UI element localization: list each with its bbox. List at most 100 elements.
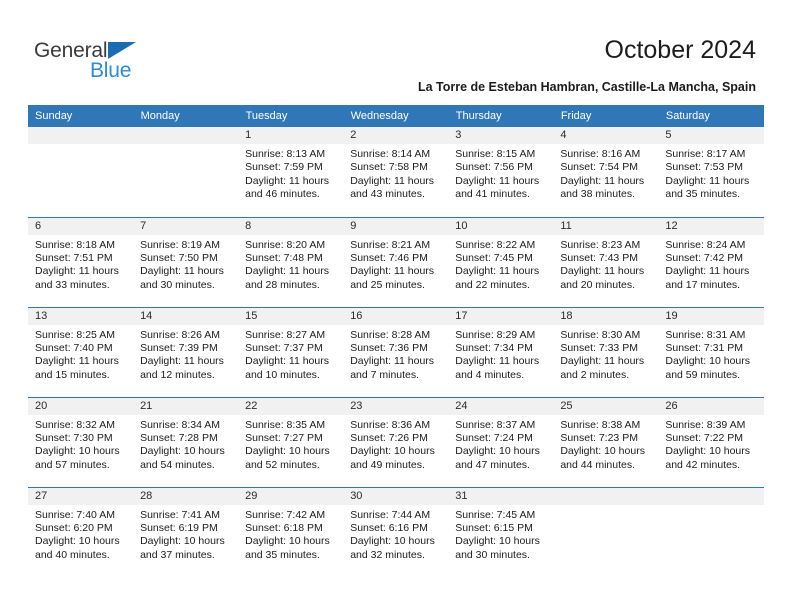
day-sun-info: Sunrise: 8:31 AM Sunset: 7:31 PM Daylight:… (658, 325, 763, 383)
day-cell[interactable]: 5 Sunrise: 8:17 AM Sunset: 7:53 PM Daylight… (658, 127, 764, 217)
day-cell[interactable]: 13 Sunrise: 8:25 AM Sunset: 7:40 PM Dayligh… (28, 306, 134, 397)
day-info-line: and 2 minutes. (560, 368, 630, 381)
day-info-line: Sunset: 6:15 PM (455, 521, 533, 534)
week-row: 13 Sunrise: 8:25 AM Sunset: 7:40 PM Dayligh… (28, 306, 764, 397)
day-info-line: and 37 minutes. (140, 548, 215, 561)
day-info-line: Daylight: 11 hours (350, 174, 435, 187)
day-cell[interactable]: 10 Sunrise: 8:22 AM Sunset: 7:45 PM Dayligh… (448, 216, 554, 307)
day-info-line: Daylight: 10 hours (665, 355, 751, 368)
day-info-line: Sunset: 7:42 PM (665, 251, 744, 264)
day-cell[interactable]: 18 Sunrise: 8:30 AM Sunset: 7:33 PM Dayligh… (553, 306, 659, 397)
day-sun-info: Sunrise: 7:42 AM Sunset: 6:18 PM Daylight:… (238, 505, 343, 563)
day-info-line: Sunset: 7:24 PM (455, 431, 533, 444)
day-number: 21 (133, 397, 239, 415)
day-info-line: Sunrise: 8:16 AM (560, 148, 641, 160)
page-subtitle: La Torre de Esteban Hambran, Castille-La… (417, 80, 756, 94)
day-cell[interactable]: 31 Sunrise: 7:45 AM Sunset: 6:15 PM Dayligh… (448, 486, 554, 577)
day-cell[interactable]: 23 Sunrise: 8:36 AM Sunset: 7:26 PM Dayligh… (343, 396, 449, 487)
day-info-line: Sunset: 7:31 PM (665, 341, 744, 354)
day-sun-info: Sunrise: 8:38 AM Sunset: 7:23 PM Daylight:… (553, 415, 658, 473)
day-info-line: and 35 minutes. (245, 548, 320, 561)
weekday-header-wednesday: Wednesday (343, 105, 449, 127)
day-info-line: Sunrise: 8:14 AM (350, 148, 431, 160)
day-number (133, 127, 239, 144)
week-row: 1 Sunrise: 8:13 AM Sunset: 7:59 PM Daylight… (28, 127, 764, 217)
day-info-line: Sunrise: 8:17 AM (665, 148, 746, 160)
weekday-header-thursday: Thursday (448, 105, 554, 127)
day-info-line: and 42 minutes. (665, 458, 741, 471)
page-header: General Blue October 2024 La Torre de Es… (0, 0, 792, 100)
day-cell[interactable]: 1 Sunrise: 8:13 AM Sunset: 7:59 PM Daylight… (238, 127, 344, 217)
day-number (658, 487, 764, 505)
day-number: 20 (28, 397, 134, 415)
day-cell[interactable]: 15 Sunrise: 8:27 AM Sunset: 7:37 PM Dayligh… (238, 306, 344, 397)
day-cell-empty (553, 486, 659, 577)
day-info-line: Sunrise: 8:21 AM (350, 238, 431, 251)
day-info-line: Daylight: 10 hours (245, 535, 330, 548)
day-number: 17 (448, 307, 554, 325)
day-cell[interactable]: 19 Sunrise: 8:31 AM Sunset: 7:31 PM Dayligh… (658, 306, 764, 397)
day-cell[interactable]: 4 Sunrise: 8:16 AM Sunset: 7:54 PM Daylight… (553, 127, 659, 217)
day-info-line: Sunset: 7:46 PM (350, 251, 428, 264)
day-cell[interactable]: 27 Sunrise: 7:40 AM Sunset: 6:20 PM Dayligh… (28, 486, 134, 577)
day-number: 11 (553, 217, 659, 235)
day-info-line: Sunset: 6:16 PM (350, 521, 428, 534)
day-info-line: and 28 minutes. (245, 278, 320, 291)
day-cell[interactable]: 21 Sunrise: 8:34 AM Sunset: 7:28 PM Dayligh… (133, 396, 239, 487)
day-info-line: Daylight: 11 hours (560, 174, 645, 187)
day-sun-info: Sunrise: 8:36 AM Sunset: 7:26 PM Daylight:… (343, 415, 448, 473)
day-info-line: Sunrise: 8:18 AM (35, 238, 115, 251)
day-info-line: and 33 minutes. (35, 278, 110, 291)
day-number: 25 (553, 397, 659, 415)
day-sun-info: Sunrise: 8:26 AM Sunset: 7:39 PM Daylight:… (133, 325, 238, 383)
day-number: 4 (553, 127, 659, 144)
day-sun-info: Sunrise: 7:41 AM Sunset: 6:19 PM Daylight:… (133, 505, 238, 563)
day-info-line: Sunset: 7:37 PM (245, 341, 323, 354)
day-cell[interactable]: 2 Sunrise: 8:14 AM Sunset: 7:58 PM Daylight… (343, 127, 449, 217)
day-info-line: and 46 minutes. (245, 188, 320, 201)
day-number: 29 (238, 487, 344, 505)
day-cell[interactable]: 29 Sunrise: 7:42 AM Sunset: 6:18 PM Dayligh… (238, 486, 344, 577)
day-cell[interactable]: 16 Sunrise: 8:28 AM Sunset: 7:36 PM Dayligh… (343, 306, 449, 397)
day-cell[interactable]: 24 Sunrise: 8:37 AM Sunset: 7:24 PM Dayligh… (448, 396, 554, 487)
day-info-line: Sunset: 7:36 PM (350, 341, 428, 354)
day-info-line: Sunrise: 8:35 AM (245, 418, 326, 431)
day-number: 1 (238, 127, 344, 144)
day-info-line: Sunrise: 8:28 AM (350, 328, 431, 341)
day-sun-info: Sunrise: 8:13 AM Sunset: 7:59 PM Daylight:… (238, 144, 343, 202)
day-info-line: Sunrise: 8:27 AM (245, 328, 326, 341)
day-cell[interactable]: 12 Sunrise: 8:24 AM Sunset: 7:42 PM Dayligh… (658, 216, 764, 307)
day-cell[interactable]: 8 Sunrise: 8:20 AM Sunset: 7:48 PM Daylight… (238, 216, 344, 307)
day-info-line: and 43 minutes. (350, 188, 425, 201)
logo-text-blue: Blue (90, 59, 132, 82)
day-cell[interactable]: 17 Sunrise: 8:29 AM Sunset: 7:34 PM Dayligh… (448, 306, 554, 397)
day-info-line: and 10 minutes. (245, 368, 320, 381)
day-cell[interactable]: 30 Sunrise: 7:44 AM Sunset: 6:16 PM Dayligh… (343, 486, 449, 577)
day-cell[interactable]: 14 Sunrise: 8:26 AM Sunset: 7:39 PM Dayligh… (133, 306, 239, 397)
day-cell[interactable]: 20 Sunrise: 8:32 AM Sunset: 7:30 PM Dayligh… (28, 396, 134, 487)
general-blue-logo[interactable]: General Blue (34, 40, 214, 88)
day-cell[interactable]: 9 Sunrise: 8:21 AM Sunset: 7:46 PM Daylight… (343, 216, 449, 307)
day-info-line: Sunset: 7:43 PM (560, 251, 638, 264)
day-cell[interactable]: 25 Sunrise: 8:38 AM Sunset: 7:23 PM Dayligh… (553, 396, 659, 487)
day-info-line: and 17 minutes. (665, 278, 741, 291)
day-cell[interactable]: 26 Sunrise: 8:39 AM Sunset: 7:22 PM Dayligh… (658, 396, 764, 487)
day-info-line: Daylight: 10 hours (455, 445, 540, 458)
day-cell[interactable]: 28 Sunrise: 7:41 AM Sunset: 6:19 PM Dayligh… (133, 486, 239, 577)
day-cell[interactable]: 7 Sunrise: 8:19 AM Sunset: 7:50 PM Daylight… (133, 216, 239, 307)
day-info-line: Daylight: 11 hours (140, 355, 224, 368)
day-info-line: Daylight: 11 hours (245, 174, 329, 187)
day-info-line: Daylight: 11 hours (665, 265, 750, 278)
day-cell[interactable]: 22 Sunrise: 8:35 AM Sunset: 7:27 PM Dayligh… (238, 396, 344, 487)
day-info-line: Sunrise: 7:45 AM (455, 508, 536, 521)
day-cell-empty (658, 486, 764, 577)
day-sun-info: Sunrise: 8:15 AM Sunset: 7:56 PM Daylight:… (448, 144, 553, 202)
day-sun-info: Sunrise: 8:25 AM Sunset: 7:40 PM Daylight:… (28, 325, 133, 383)
day-cell[interactable]: 11 Sunrise: 8:23 AM Sunset: 7:43 PM Dayligh… (553, 216, 659, 307)
weekday-header-sunday: Sunday (28, 105, 134, 127)
day-cell[interactable]: 3 Sunrise: 8:15 AM Sunset: 7:56 PM Daylight… (448, 127, 554, 217)
day-cell[interactable]: 6 Sunrise: 8:18 AM Sunset: 7:51 PM Daylight… (28, 216, 134, 307)
day-info-line: Sunset: 7:27 PM (245, 431, 323, 444)
day-info-line: Sunrise: 8:26 AM (140, 328, 221, 341)
day-info-line: Sunrise: 8:15 AM (455, 148, 536, 160)
